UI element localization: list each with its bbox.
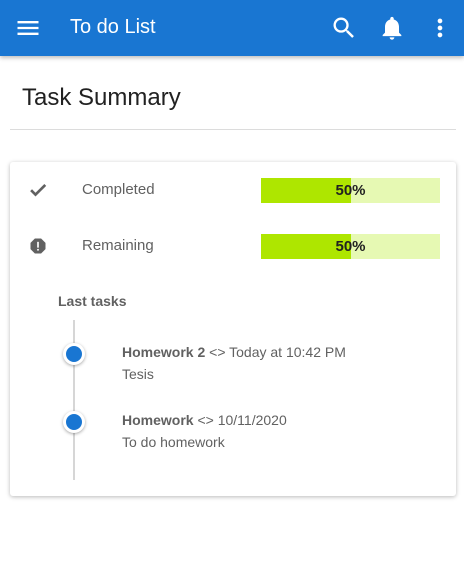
remaining-progress-bar: 50%	[261, 234, 440, 259]
task-separator: <>	[193, 412, 218, 428]
bell-icon[interactable]	[378, 14, 406, 42]
summary-card: Completed 50% Remaining 50% Last tasks H…	[10, 162, 456, 496]
divider	[10, 129, 456, 130]
page-title: Task Summary	[22, 84, 181, 111]
task-name: Homework	[122, 412, 194, 428]
task-date: 10/11/2020	[217, 412, 287, 428]
timeline-dot	[63, 411, 85, 433]
completed-row: Completed 50%	[10, 176, 456, 204]
completed-label: Completed	[82, 181, 155, 198]
task-separator: <>	[205, 344, 230, 360]
remaining-label: Remaining	[82, 237, 154, 254]
task-heading: Homework 2 <> Today at 10:42 PM	[122, 344, 346, 360]
completed-progress-bar: 50%	[261, 178, 440, 203]
menu-icon[interactable]	[14, 14, 42, 42]
last-tasks-title: Last tasks	[58, 293, 127, 309]
task-description: Tesis	[122, 366, 154, 382]
task-date: Today at 10:42 PM	[229, 344, 346, 360]
completed-percent: 50%	[335, 182, 366, 199]
task-description: To do homework	[122, 434, 225, 450]
timeline-item[interactable]: Homework <> 10/11/2020 To do homework	[10, 411, 456, 456]
app-title: To do List	[70, 16, 156, 38]
timeline-item[interactable]: Homework 2 <> Today at 10:42 PM Tesis	[10, 343, 456, 388]
task-heading: Homework <> 10/11/2020	[122, 412, 287, 428]
remaining-percent: 50%	[335, 238, 366, 255]
timeline-dot	[63, 343, 85, 365]
remaining-row: Remaining 50%	[10, 232, 456, 260]
search-icon[interactable]	[330, 14, 358, 42]
check-icon	[28, 180, 48, 200]
app-bar: To do List	[0, 0, 464, 56]
more-vert-icon[interactable]	[426, 14, 454, 42]
alert-octagon-icon	[28, 236, 48, 256]
task-name: Homework 2	[122, 344, 206, 360]
